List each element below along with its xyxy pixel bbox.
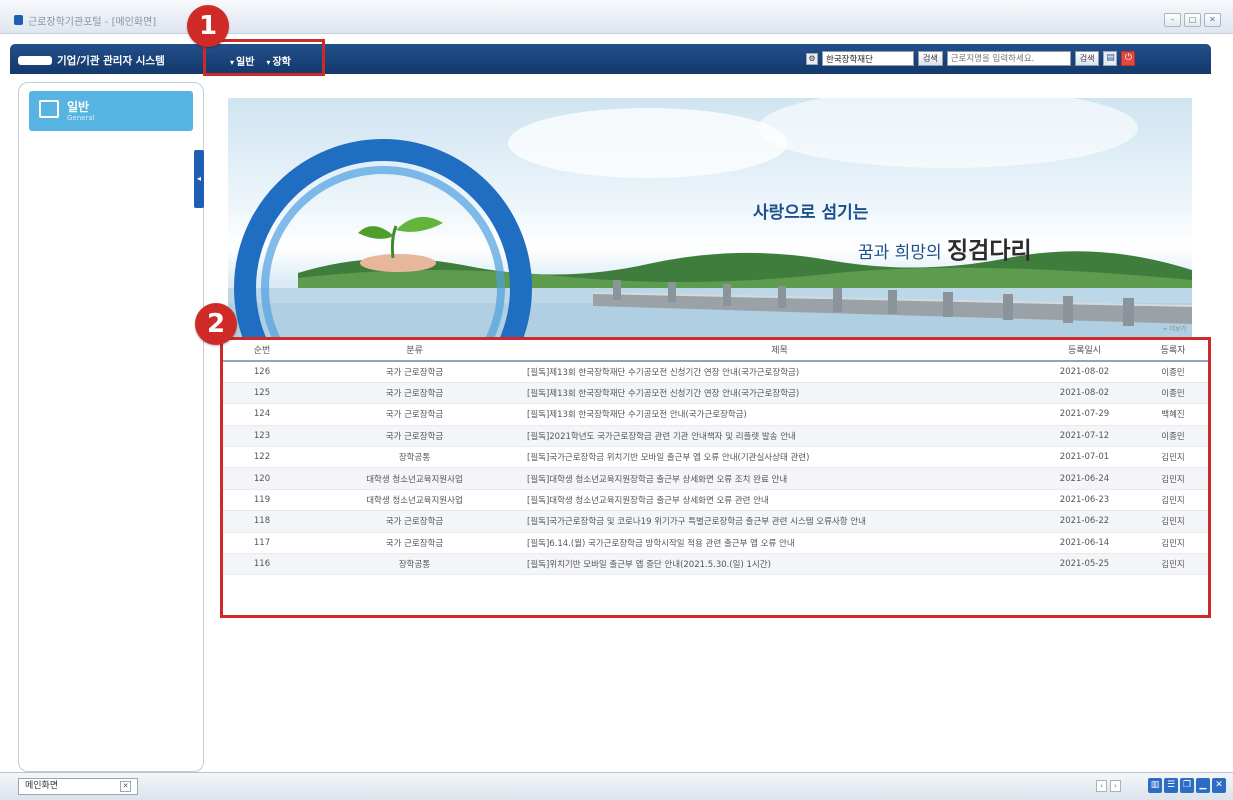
sidebar-collapse-handle[interactable]: ◂ [194,150,204,208]
workplace-search-input[interactable] [946,51,1071,66]
close-tab-icon[interactable]: ✕ [120,781,131,792]
banner-headline-2: 꿈과 희망의 징검다리 [858,231,1032,265]
layout-tools: ▥ ☰ ❐ ▁ ✕ [1148,778,1226,793]
search-group: ⚙ 검색 검색 ▤ ⏻ [806,51,1136,66]
sidebar-item-label: 일반 [67,100,90,114]
main-banner: 사랑으로 섬기는 꿈과 희망의 징검다리 + 더보기 [228,98,1192,341]
org-search-input[interactable] [822,51,914,66]
banner-illustration [228,98,1192,341]
minimize-all-icon[interactable]: ▁ [1196,778,1210,793]
more-link[interactable]: + 더보기 [1163,324,1187,333]
print-icon[interactable]: ▤ [1103,51,1118,66]
left-sidebar: 일반 General [18,82,204,772]
close-icon[interactable]: ✕ [1204,13,1221,27]
banner-headline-1: 사랑으로 섬기는 [753,203,869,223]
highlight-box-menu [203,39,325,76]
tile-horizontal-icon[interactable]: ☰ [1164,778,1178,793]
top-navbar: 기업/기관 관리자 시스템 일반 장학 ⚙ 검색 검색 ▤ ⏻ [10,44,1211,74]
status-bar: 메인화면 ✕ ‹ › ▥ ☰ ❐ ▁ ✕ [0,772,1233,800]
prev-tab-icon[interactable]: ‹ [1096,780,1107,792]
next-tab-icon[interactable]: › [1110,780,1121,792]
banner-headline-2-prefix: 꿈과 희망의 [858,243,942,263]
sidebar-item-general[interactable]: 일반 General [29,91,193,131]
kosaf-logo-icon [18,56,52,65]
logout-icon[interactable]: ⏻ [1121,51,1136,66]
banner-headline-2-emphasis: 징검다리 [947,238,1032,264]
monitor-icon [39,100,59,118]
title-bar: 근로장학기관포털 - [메인화면] – □ ✕ [0,0,1233,34]
open-tab-label: 메인화면 [25,781,59,791]
app-icon [14,15,23,25]
search-button-2[interactable]: 검색 [1074,51,1100,66]
close-all-icon[interactable]: ✕ [1212,778,1226,793]
tab-pager: ‹ › [1096,780,1121,792]
system-title: 기업/기관 관리자 시스템 [57,55,165,67]
callout-1: 1 [187,5,229,47]
app-window: 근로장학기관포털 - [메인화면] – □ ✕ 기업/기관 관리자 시스템 일반… [0,0,1233,800]
minimize-icon[interactable]: – [1164,13,1181,27]
search-button[interactable]: 검색 [918,51,943,66]
callout-2: 2 [195,303,237,345]
open-tab-main[interactable]: 메인화면 ✕ [18,778,138,795]
window-title: 근로장학기관포털 - [메인화면] [28,17,157,28]
sidebar-item-sublabel: General [67,114,95,122]
window-controls: – □ ✕ [1164,13,1221,27]
cascade-icon[interactable]: ❐ [1180,778,1194,793]
system-logo[interactable]: 기업/기관 관리자 시스템 [18,53,165,68]
gear-icon[interactable]: ⚙ [806,52,818,65]
highlight-box-notices [220,337,1211,618]
maximize-icon[interactable]: □ [1184,13,1201,27]
tile-vertical-icon[interactable]: ▥ [1148,778,1162,793]
